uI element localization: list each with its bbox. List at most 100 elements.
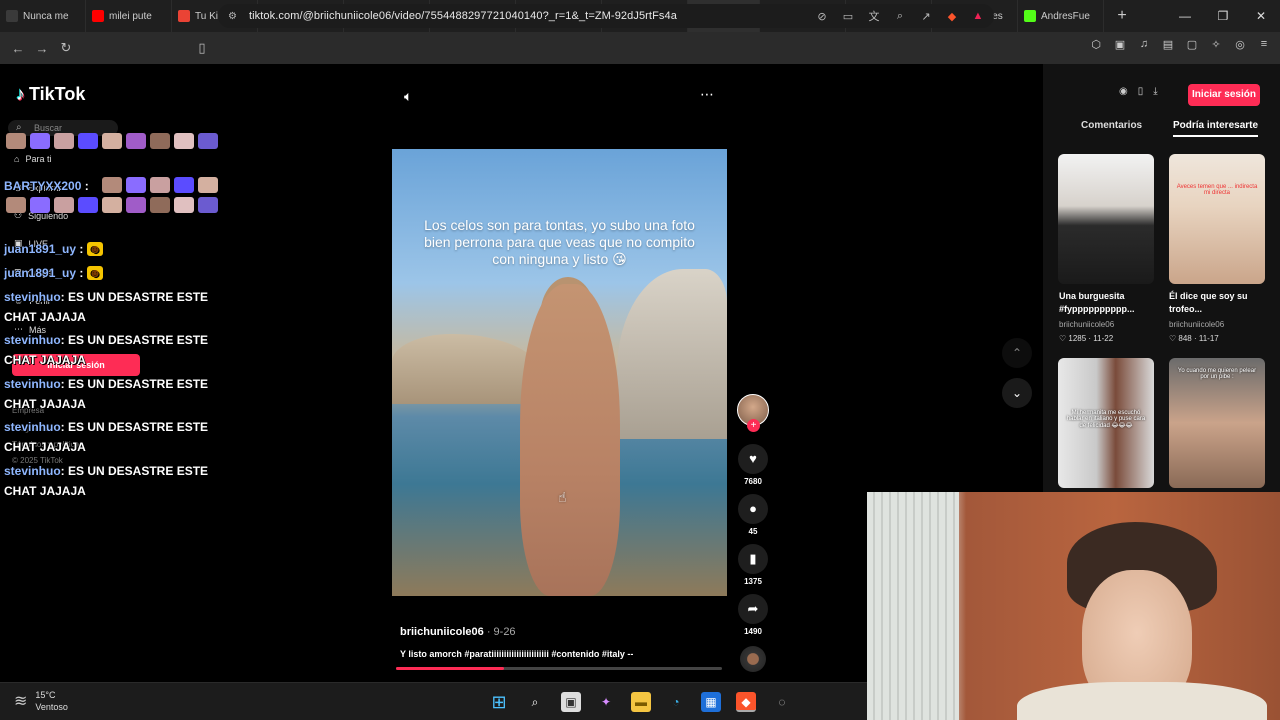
tab-podria-interesarte[interactable]: Podría interesarte [1173, 120, 1259, 137]
share-icon[interactable]: ↗ [918, 10, 934, 23]
share-arrow-icon: ➦ [738, 594, 768, 624]
right-panel-icons: ◉ ▯ ⤓ [1119, 86, 1158, 97]
browser-tab[interactable]: Nunca me [0, 0, 86, 32]
volume-icon[interactable]: 🔈︎ [404, 88, 412, 105]
comment-count: 45 [748, 527, 758, 536]
store-icon[interactable]: ▦ [701, 692, 721, 712]
video-description: Y listo amorch #paratiiiiiiiiiiiiiiiiiii… [400, 649, 634, 659]
close-window-icon[interactable]: ✕ [1242, 0, 1280, 32]
task-view-icon[interactable]: ▣ [561, 692, 581, 712]
thumb-overlay-text: Aveces temen que ... indirecta mi direct… [1176, 184, 1258, 196]
video-frame-rocks-right [617, 269, 727, 439]
url-bar[interactable]: ⚙ tiktok.com/@briichuniicole06/video/755… [218, 4, 994, 28]
like-button[interactable]: ♥ 7680 [738, 444, 768, 486]
chat-text: : ES UN DESASTRE ESTE [60, 333, 209, 347]
weather-widget[interactable]: ≋ 15°C Ventoso [14, 689, 68, 713]
share-count: 1490 [744, 627, 762, 636]
suggested-video-caption[interactable]: Una burguesita #fypppppppppp... [1059, 290, 1159, 316]
video-player[interactable]: Los celos son para tontas, yo subo una f… [392, 149, 727, 596]
coin-icon[interactable]: ◉ [1119, 86, 1128, 97]
tab-comentarios[interactable]: Comentarios [1081, 120, 1142, 131]
media-icon[interactable]: ♫ [1136, 38, 1152, 51]
video-author[interactable]: briichuniicole06 · 9-26 [400, 626, 516, 638]
chat-message-continued: CHAT JAJAJA [4, 397, 86, 411]
back-icon[interactable]: ← [6, 41, 30, 56]
chat-emote-icon [102, 197, 122, 213]
chat-message: stevinhuo: ES UN DESASTRE ESTE [4, 374, 208, 394]
brave-shield-icon[interactable]: ◆ [944, 10, 960, 23]
url-text[interactable]: tiktok.com/@briichuniicole06/video/75544… [249, 10, 677, 22]
chat-emote-icon [150, 133, 170, 149]
suggested-video-caption[interactable]: Él dice que soy su trofeo... [1169, 290, 1269, 316]
brave-browser-icon[interactable]: ◆ [736, 692, 756, 712]
author-name[interactable]: briichuniicole06 [400, 626, 484, 638]
emote-icon: ☻ [86, 266, 104, 280]
sidebar-toggle-icon[interactable]: ▤ [1160, 38, 1176, 51]
chat-username: juan1891_uy [4, 242, 77, 256]
extensions-icon[interactable]: ⬡ [1088, 38, 1104, 51]
shield-icon[interactable]: ◎ [1232, 38, 1248, 51]
suggested-video-thumb[interactable]: Aveces temen que ... indirecta mi direct… [1169, 154, 1265, 284]
edge-icon[interactable]: ◔ [666, 692, 686, 712]
menu-icon[interactable]: ≡ [1256, 38, 1272, 51]
sidebar-item-para-ti[interactable]: ⌂ Para ti [14, 154, 51, 164]
device-icon[interactable]: ▯ [1138, 86, 1144, 97]
chat-message-continued: CHAT JAJAJA [4, 353, 86, 367]
save-button[interactable]: ▮ 1375 [738, 544, 768, 586]
music-disc-icon[interactable] [740, 646, 766, 672]
bookmark-icon[interactable]: ▯ [190, 40, 214, 56]
comment-button[interactable]: ● 45 [738, 494, 768, 536]
mute-site-icon[interactable]: ⊘ [814, 10, 830, 23]
leo-icon[interactable]: ✧ [1208, 38, 1224, 51]
next-video-button[interactable]: ⌄ [1002, 378, 1032, 408]
suggested-video-thumb[interactable] [1058, 154, 1154, 284]
video-progress-bar[interactable] [396, 667, 722, 670]
obs-icon[interactable]: ◌ [772, 692, 792, 712]
file-explorer-icon[interactable]: ▬ [631, 692, 651, 712]
browser-tab[interactable]: AndresFue [1018, 0, 1104, 32]
wind-icon: ≋ [14, 693, 28, 710]
wallet-icon[interactable]: ▣ [1112, 38, 1128, 51]
vpn-icon[interactable]: ▢ [1184, 38, 1200, 51]
suggested-video-user[interactable]: briichuniicole06 [1059, 320, 1114, 329]
tiktok-logo[interactable]: ♪ TikTok [16, 84, 85, 105]
reload-icon[interactable]: ↻ [54, 40, 78, 56]
suggested-video-thumb[interactable]: Mi hermanita me escuchó hablar en italia… [1058, 358, 1154, 488]
chat-emote-icon [6, 133, 26, 149]
follow-plus-icon[interactable]: + [747, 419, 760, 432]
share-button[interactable]: ➦ 1490 [738, 594, 768, 636]
chat-text: : ES UN DESASTRE ESTE [60, 464, 209, 478]
zoom-icon[interactable]: ⌕ [892, 10, 908, 23]
maximize-icon[interactable]: ❐ [1204, 0, 1242, 32]
video-frame-rocks-left [392, 334, 542, 404]
emote-row [102, 177, 218, 193]
suggested-video-thumb[interactable]: Yo cuando me quieren pelear por un pibe … [1169, 358, 1265, 488]
webcam-shirt [1017, 682, 1267, 720]
copilot-icon[interactable]: ✦ [596, 692, 616, 712]
login-button-top[interactable]: Iniciar sesión [1188, 84, 1260, 106]
browser-tab[interactable]: milei pute [86, 0, 172, 32]
chat-emote-icon [126, 133, 146, 149]
more-options-icon[interactable]: ⋯ [700, 86, 714, 103]
suggested-video-user[interactable]: briichuniicole06 [1169, 320, 1224, 329]
tab-favicon-icon [1024, 10, 1036, 22]
translate-icon[interactable]: 文 [866, 8, 882, 24]
previous-video-button[interactable]: ⌃ [1002, 338, 1032, 368]
chat-emote-icon [102, 177, 122, 193]
forward-icon[interactable]: → [30, 41, 54, 56]
streamer-webcam [867, 492, 1280, 720]
site-info-icon[interactable]: ⚙ [228, 11, 237, 22]
download-icon[interactable]: ⤓ [1153, 86, 1157, 97]
video-frame-person [520, 284, 620, 596]
chat-emote-icon [174, 197, 194, 213]
windows-start-icon[interactable]: ⊞ [489, 692, 509, 712]
sidebar-item-label: Para ti [25, 154, 52, 164]
minimize-icon[interactable]: — [1166, 0, 1204, 32]
taskbar-search-icon[interactable]: ⌕ [525, 692, 545, 712]
chevron-down-icon: ⌄ [1011, 386, 1023, 400]
tab-label: milei pute [109, 10, 152, 22]
chat-text: : ES UN DESASTRE ESTE [60, 377, 209, 391]
new-tab-button[interactable]: + [1110, 7, 1134, 25]
brave-rewards-icon[interactable]: ▲ [970, 10, 986, 22]
cast-icon[interactable]: ▭ [840, 10, 856, 23]
